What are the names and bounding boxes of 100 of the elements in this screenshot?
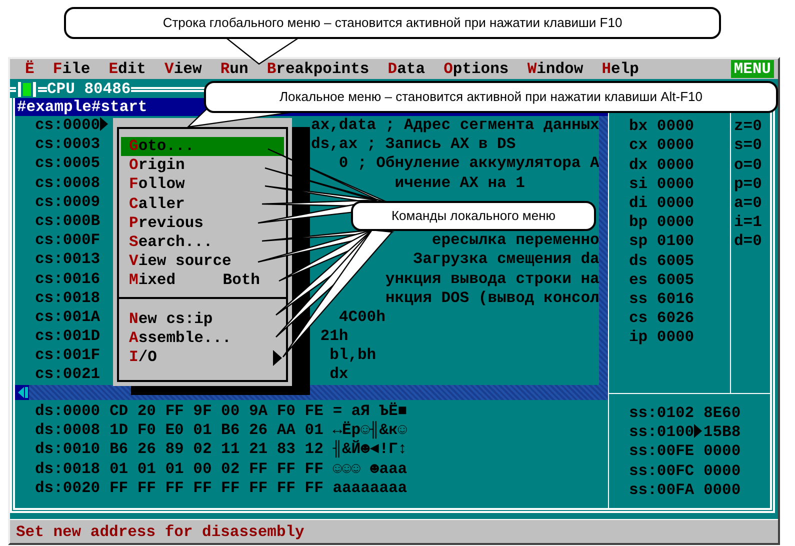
menu-item[interactable]: File [52, 59, 90, 79]
code-text: 0 ; Обнуление аккумулятора A [338, 154, 599, 172]
ascii-text: ↔Ёр☺╢&к☺ [332, 421, 408, 440]
ascii-text: ☺☺☺ ☻aaa [332, 460, 408, 478]
code-text: ункция вывода строки на [385, 270, 599, 288]
code-text: dx [330, 365, 348, 384]
address-text: ss:00FA [629, 480, 694, 499]
hex-bytes: FF FF FF FF FF FF FF FF [109, 478, 324, 497]
callout-text: Команды локального меню [390, 208, 557, 224]
address-text: cs:0005 [35, 154, 100, 172]
address-text: ss:0100 [629, 423, 694, 442]
flag-text: d=0 [734, 232, 762, 250]
ascii-text: = aЯ ЪЁ■ [332, 402, 408, 420]
stack-value: 0000 [703, 462, 741, 480]
status-text: Set new address for disassembly [10, 519, 778, 544]
flag-text: s=0 [734, 136, 762, 154]
address-text: ds:0000 [35, 402, 100, 420]
flag-text: z=0 [734, 117, 762, 136]
address-text: ss:0102 [629, 404, 694, 422]
code-text: нкция DOS (вывод консол [385, 288, 599, 307]
hex-bytes: B6 26 89 02 11 21 83 12 [109, 440, 324, 458]
callout-text: Строка глобального меню – становится активной при нажатии клавиши F10 [162, 15, 624, 31]
flag-text: a=0 [734, 194, 762, 212]
code-text: 4C00h [338, 308, 386, 326]
address-text: ds:0010 [35, 440, 100, 458]
flag-text: p=0 [734, 174, 762, 193]
address-text: cs:000B [35, 212, 100, 230]
address-text: cs:001A [35, 308, 100, 326]
register-text: cs 6026 [629, 309, 694, 328]
register-text: bp 0000 [629, 213, 694, 232]
register-text: sp 0100 [629, 232, 694, 250]
ascii-text: ╢&Й☻◄!Г↕ [332, 440, 408, 458]
hex-bytes: 1D F0 E0 01 B6 26 AA 01 [109, 421, 324, 440]
address-text: cs:001F [35, 346, 100, 364]
menu-item[interactable]: Goto... [121, 137, 284, 156]
register-text: dx 0000 [629, 156, 694, 174]
address-text: ds:0018 [35, 460, 100, 478]
frame-line [10, 87, 16, 92]
menu-item[interactable]: Follow [121, 175, 284, 195]
menu-indicator: MENU [730, 60, 774, 78]
address-text: cs:0021 [35, 365, 100, 384]
stack-value: 15B8 [703, 423, 741, 442]
horizontal-scrollbar[interactable] [15, 385, 608, 400]
menu-item[interactable]: Caller [121, 194, 284, 214]
stack-value: 0000 [703, 442, 741, 460]
register-text: ip 0000 [629, 328, 694, 346]
stack-value: 8E60 [703, 404, 741, 422]
code-text: ичение AX на 1 [394, 174, 525, 192]
address-text: cs:000F [35, 231, 100, 250]
hex-bytes: CD 20 FF 9F 00 9A F0 FE [109, 402, 324, 420]
menu-item[interactable]: Mixed Both [121, 271, 284, 290]
menu-item[interactable]: Assemble... [121, 328, 284, 348]
address-text: cs:0018 [35, 288, 100, 307]
register-text: es 6005 [629, 270, 694, 289]
code-text: 21h [320, 327, 348, 346]
flag-text: o=0 [734, 156, 762, 174]
code-text: ax,data ; Адрес сегмента данных [311, 116, 599, 134]
window-title: CPU 80486 [47, 78, 131, 100]
menu-item[interactable]: Search... [121, 232, 284, 252]
address-text: cs:0003 [35, 135, 100, 154]
register-text: di 0000 [629, 194, 694, 212]
address-text: cs:0000 [35, 116, 100, 134]
address-text: ds:0008 [35, 421, 100, 440]
menu-item[interactable]: Previous [121, 214, 284, 233]
menu-item[interactable]: Edit [108, 59, 146, 79]
ascii-text: aaaaaaaa [332, 478, 408, 497]
menu-item[interactable]: Data [388, 59, 425, 79]
register-text: ds 6005 [629, 252, 694, 270]
address-text: cs:001D [35, 327, 100, 346]
vertical-scrollbar[interactable] [599, 116, 608, 385]
menu-item[interactable]: View source [121, 252, 284, 272]
menu-item[interactable]: View [164, 59, 202, 79]
address-text: cs:0013 [35, 250, 100, 268]
code-text: ересылка переменно [432, 231, 599, 250]
address-text: cs:0016 [35, 270, 100, 288]
menu-item[interactable]: Origin [121, 156, 284, 176]
hex-bytes: 01 01 01 00 02 FF FF FF [109, 460, 324, 478]
menu-item[interactable]: Run [220, 59, 248, 79]
menu-item[interactable]: Help [602, 59, 639, 79]
address-text: ss:00FE [629, 442, 694, 460]
code-text: Загрузка смещения da [413, 250, 599, 268]
address-text: ds:0020 [35, 478, 100, 497]
menu-item[interactable]: Breakpoints [266, 59, 370, 79]
address-text: cs:0009 [35, 192, 100, 211]
address-text: ss:00FC [629, 462, 694, 480]
stack-value: 0000 [703, 480, 741, 499]
register-text: cx 0000 [629, 136, 694, 154]
register-text: ss 6016 [629, 290, 694, 308]
menu-item[interactable]: Window [527, 59, 584, 79]
scroll-left-icon[interactable] [15, 385, 29, 400]
flag-text: i=1 [734, 213, 762, 232]
menu-item[interactable]: Options [444, 59, 509, 79]
frame-line [38, 87, 47, 92]
menu-item[interactable]: New cs:ip [121, 310, 284, 329]
register-text: si 0000 [629, 174, 694, 193]
register-text: bx 0000 [629, 117, 694, 136]
menu-item[interactable]: Ё [25, 59, 34, 79]
address-text: cs:0008 [35, 174, 100, 192]
code-text: ds,ax ; Запись AX в DS [311, 135, 516, 154]
code-text: bl,bh [330, 346, 376, 364]
